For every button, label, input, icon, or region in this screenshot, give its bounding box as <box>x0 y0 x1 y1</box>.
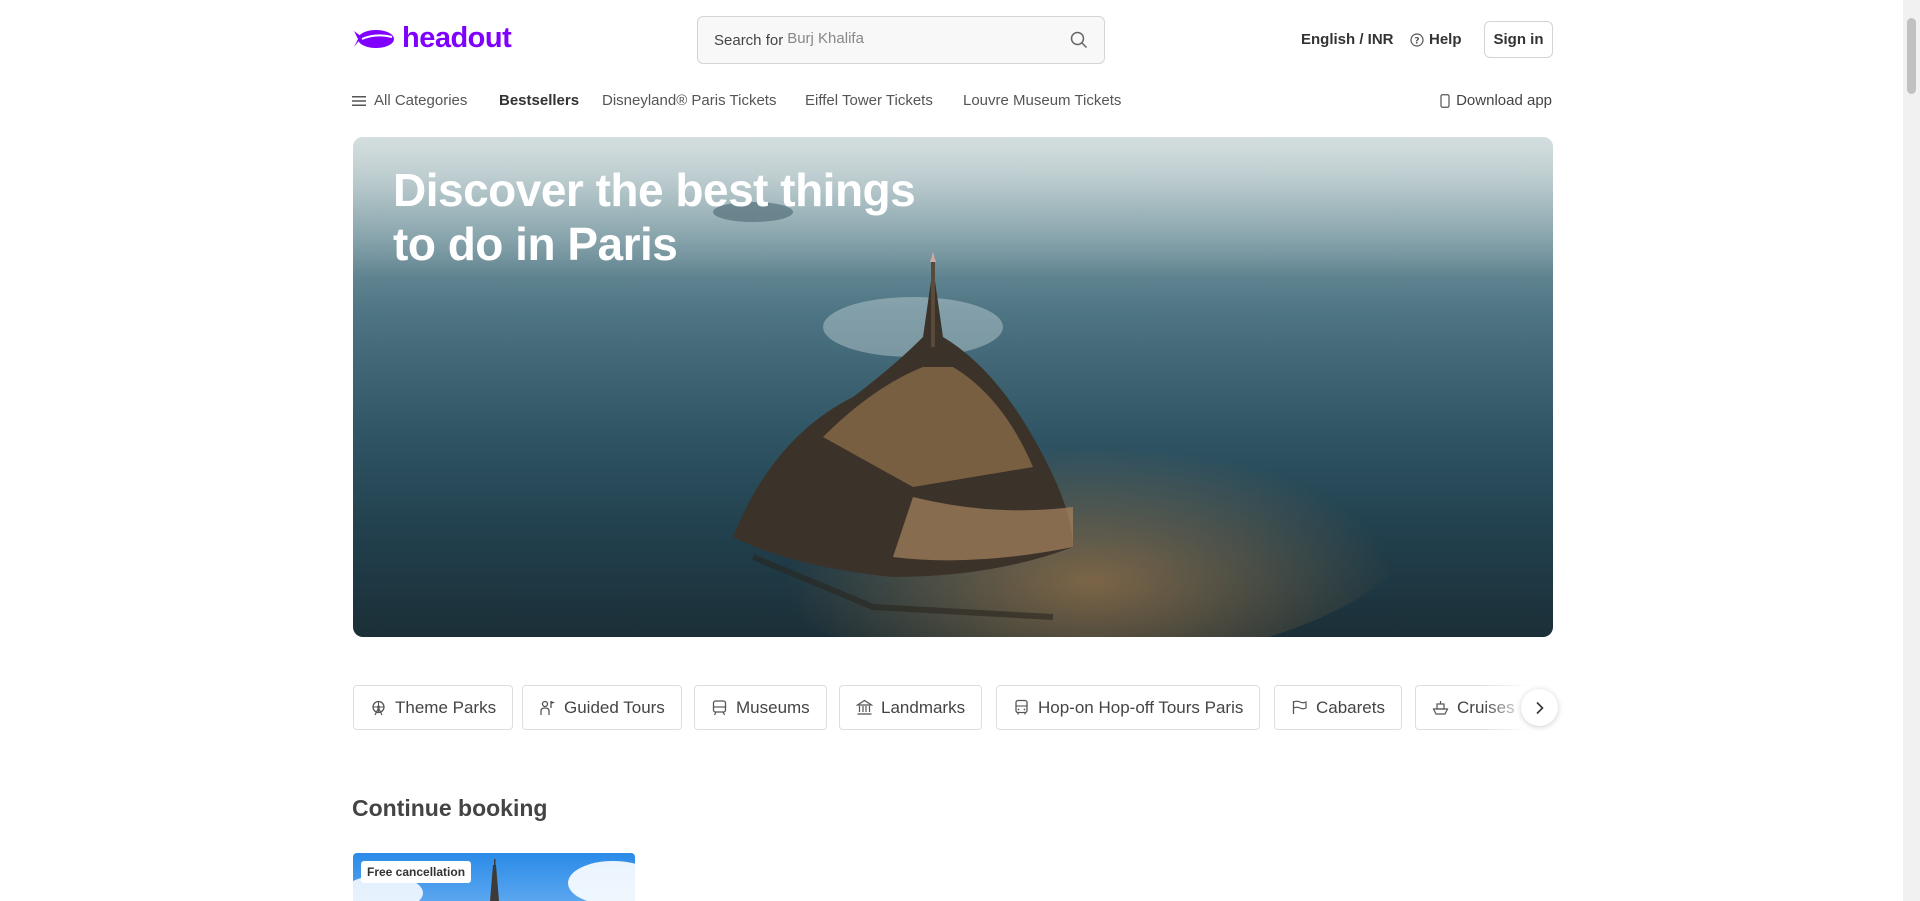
continue-booking-card[interactable]: Free cancellation <box>353 853 635 901</box>
category-pill-landmarks[interactable]: Landmarks <box>839 685 983 730</box>
logo-text: headout <box>402 22 512 54</box>
category-label: Guided Tours <box>564 697 665 717</box>
download-app-label: Download app <box>1456 92 1552 109</box>
category-label: Cabarets <box>1316 697 1385 717</box>
help-label: Help <box>1429 31 1462 48</box>
category-label: Theme Parks <box>395 697 497 717</box>
category-pill-hop-on-hop-off[interactable]: Hop-on Hop-off Tours Paris <box>996 685 1261 730</box>
nav-item-louvre[interactable]: Louvre Museum Tickets <box>963 92 1121 109</box>
category-nav: All Categories Bestsellers Disneyland® P… <box>352 92 1552 114</box>
nav-item-disneyland[interactable]: Disneyland® Paris Tickets <box>602 92 776 109</box>
bus-icon <box>1015 699 1028 715</box>
headout-logo[interactable]: headout <box>352 22 512 55</box>
search-icon[interactable] <box>1070 31 1088 49</box>
category-pill-guided-tours[interactable]: Guided Tours <box>522 685 682 730</box>
category-label: Landmarks <box>881 697 966 717</box>
svg-text:?: ? <box>1414 36 1419 46</box>
nav-item-bestsellers[interactable]: Bestsellers <box>499 92 579 109</box>
search-label: Search for <box>714 31 784 49</box>
sign-in-button[interactable]: Sign in <box>1484 21 1553 58</box>
category-label: Museums <box>736 697 810 717</box>
hero-title-line-1: Discover the best things <box>393 164 916 216</box>
continue-booking-title: Continue booking <box>352 795 548 821</box>
category-next-button[interactable] <box>1521 689 1558 726</box>
ship-icon <box>1432 701 1449 715</box>
guide-icon <box>540 700 555 715</box>
page-scrollbar[interactable] <box>1903 0 1920 901</box>
category-pills: Theme Parks Guided Tours Museums Landmar… <box>353 685 1558 730</box>
help-link[interactable]: ? Help <box>1410 31 1462 48</box>
category-pill-theme-parks[interactable]: Theme Parks <box>353 685 514 730</box>
category-pill-museums[interactable]: Museums <box>694 685 827 730</box>
category-label: Hop-on Hop-off Tours Paris <box>1038 697 1244 717</box>
museum-icon <box>712 700 727 716</box>
hero-title: Discover the best things to do in Paris <box>393 163 953 271</box>
blimp-logo-icon <box>354 29 394 48</box>
phone-icon <box>1440 93 1450 108</box>
hero-banner: Discover the best things to do in Paris <box>353 137 1553 637</box>
hero-title-line-2: to do in Paris <box>393 218 678 270</box>
search-input[interactable]: Search for Burj Khalifa <box>697 16 1105 64</box>
search-placeholder: Burj Khalifa <box>787 29 864 47</box>
help-icon: ? <box>1410 32 1424 47</box>
nav-item-eiffel-tower[interactable]: Eiffel Tower Tickets <box>805 92 933 109</box>
download-app-link[interactable]: Download app <box>1440 92 1552 109</box>
site-header: headout Search for Burj Khalifa English … <box>0 0 1920 80</box>
landmark-icon <box>856 699 873 715</box>
free-cancellation-badge: Free cancellation <box>361 861 472 883</box>
category-pill-cabarets[interactable]: Cabarets <box>1274 685 1402 730</box>
all-categories-label: All Categories <box>374 92 468 109</box>
ferris-wheel-icon <box>372 700 385 716</box>
chevron-right-icon <box>1535 701 1544 714</box>
hamburger-menu-icon <box>352 95 366 106</box>
scrollbar-thumb[interactable] <box>1907 18 1916 94</box>
language-currency-selector[interactable]: English / INR <box>1301 31 1394 48</box>
flag-icon <box>1292 700 1307 714</box>
all-categories-menu[interactable]: All Categories <box>352 92 467 109</box>
